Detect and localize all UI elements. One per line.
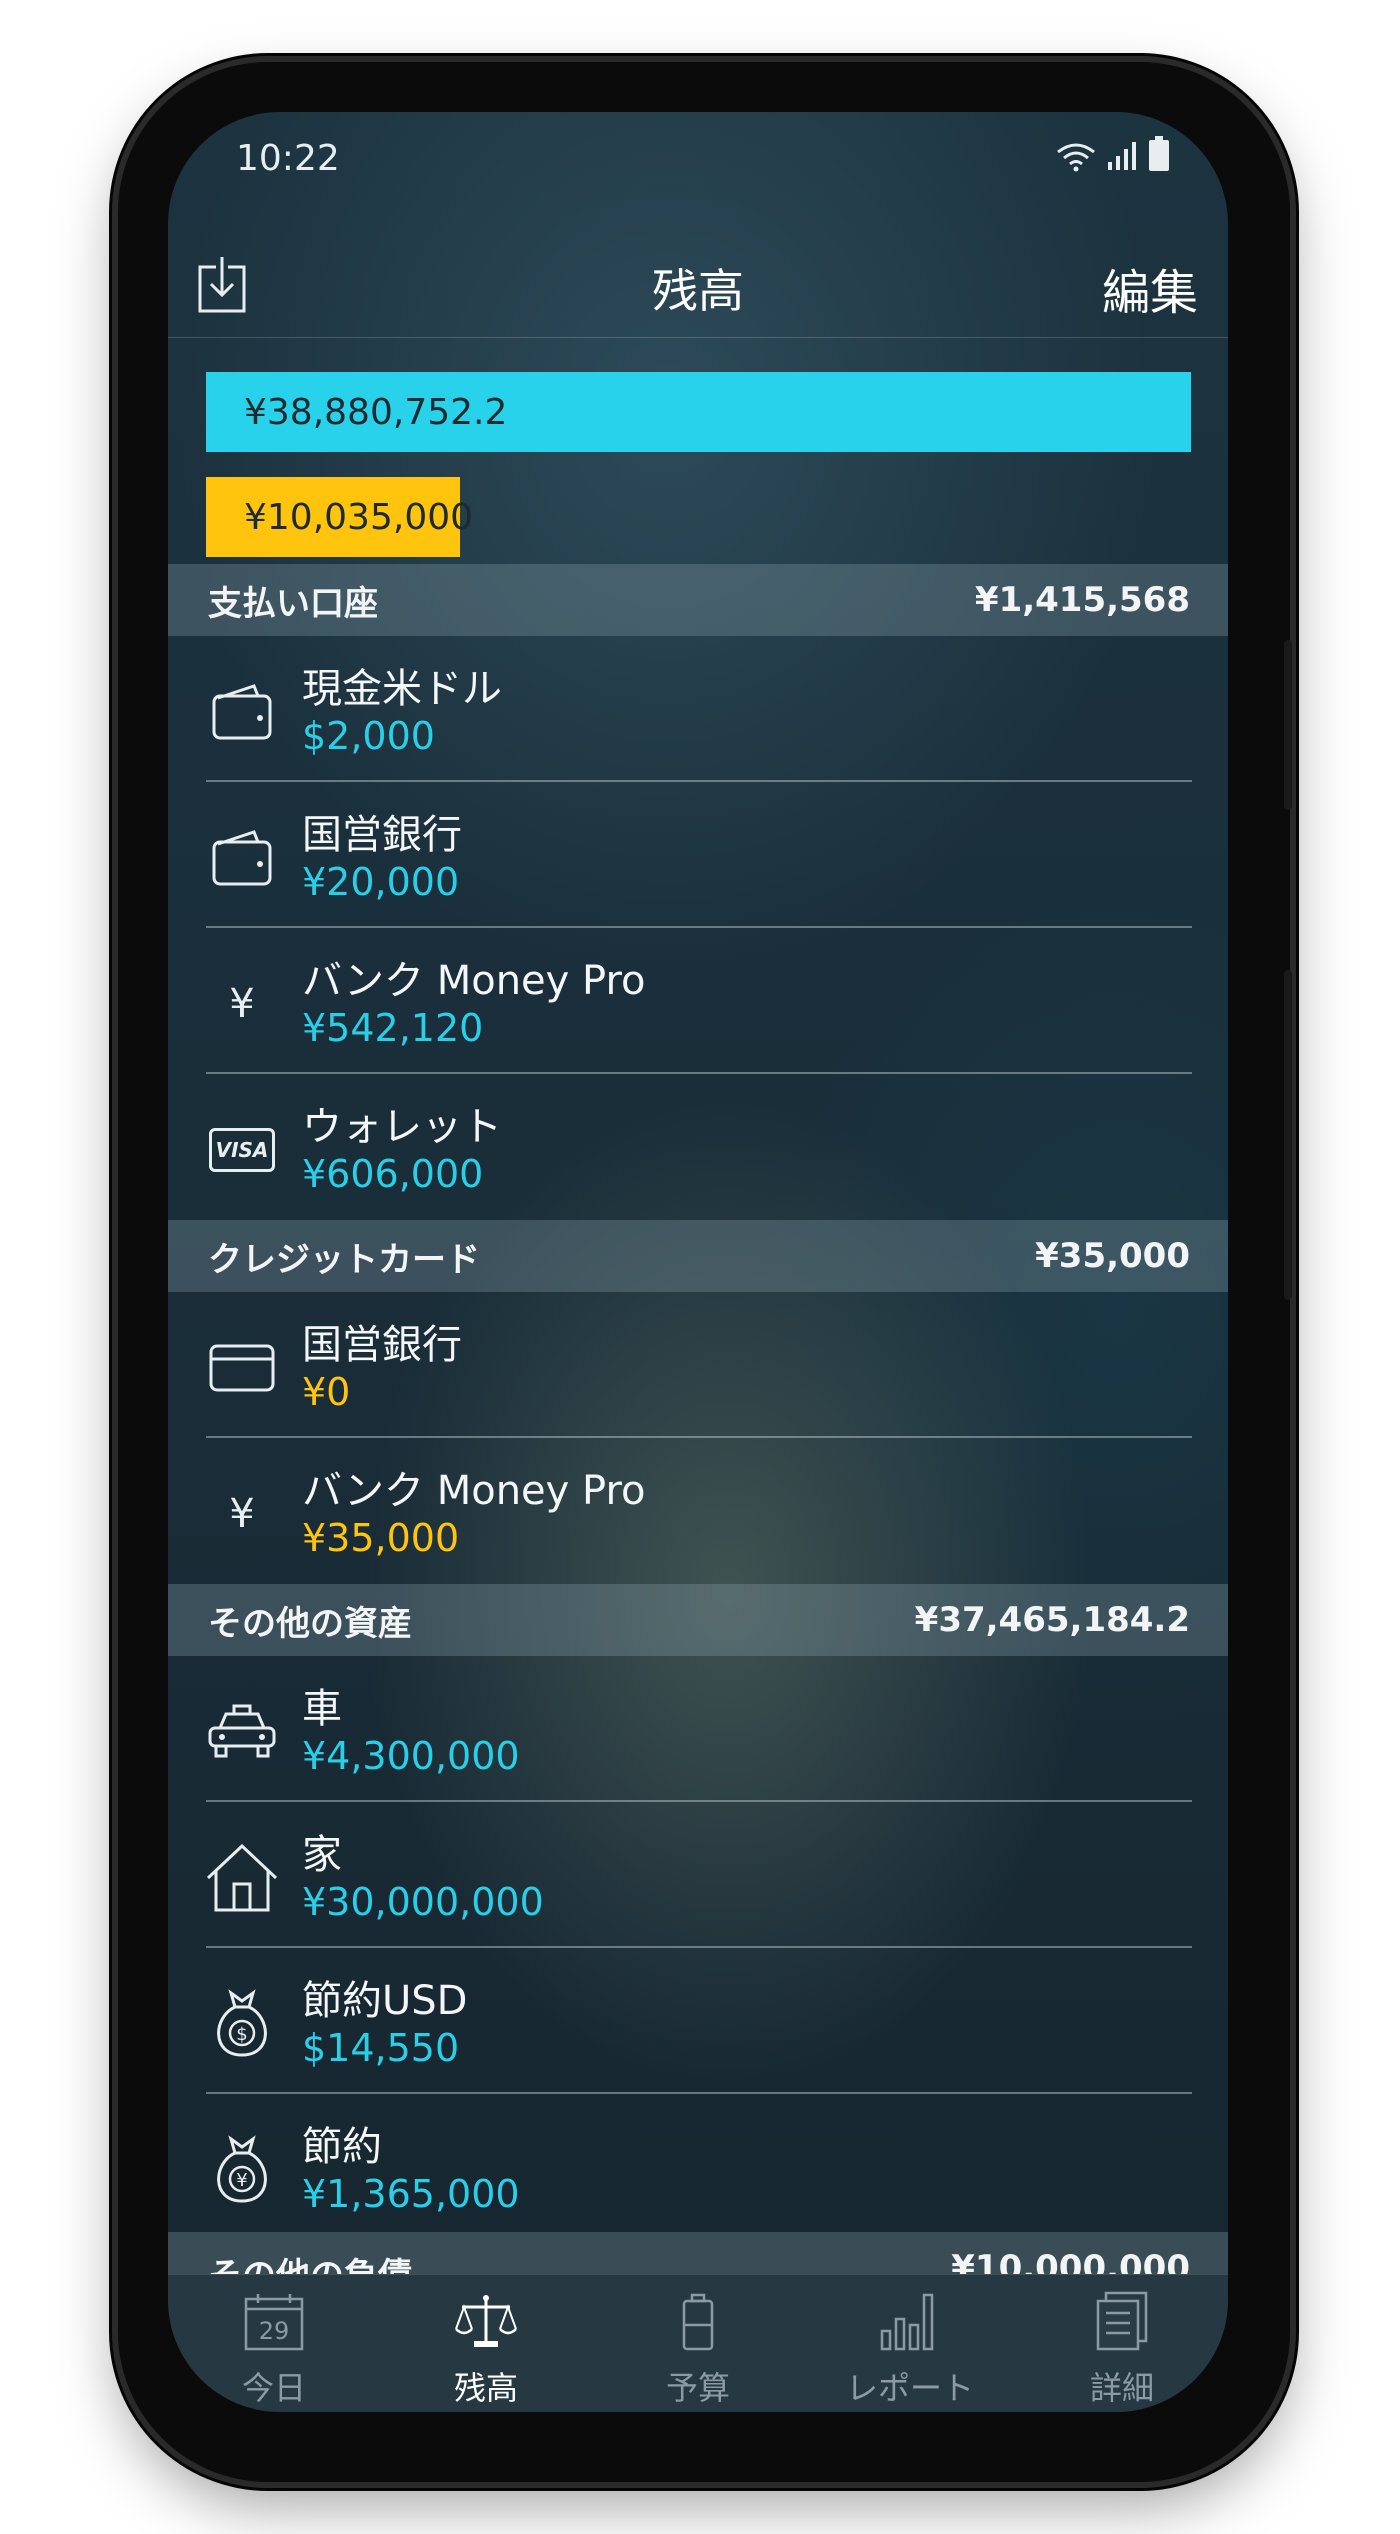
section-header-other-assets: その他の資産 ¥37,465,184.2 <box>168 1584 1228 1656</box>
assets-total-bar: ¥38,880,752.2 <box>206 372 1191 452</box>
tab-today[interactable]: 29 今日 <box>168 2275 380 2412</box>
yen-icon: ¥ <box>229 981 255 1027</box>
status-icons <box>1056 136 1170 172</box>
tab-report[interactable]: レポート <box>804 2275 1016 2412</box>
svg-text:$: $ <box>236 2024 247 2045</box>
power-button <box>1284 640 1292 810</box>
app-screen: 10:22 残高 編集 ¥38,880,752.2 ¥10,035,000 支払… <box>168 112 1228 2412</box>
section-title: その他の負債 <box>208 2248 412 2274</box>
account-name: バンク Money Pro <box>302 958 646 1004</box>
svg-text:29: 29 <box>259 2317 290 2345</box>
tab-label: 今日 <box>241 2369 306 2407</box>
visa-card-icon: VISA <box>206 1114 278 1186</box>
account-name: 車 <box>302 1686 342 1732</box>
account-row[interactable]: ¥ バンク Money Pro ¥542,120 <box>168 928 1228 1074</box>
account-amount: ¥35,000 <box>302 1516 460 1560</box>
assets-total-value: ¥38,880,752.2 <box>244 391 508 433</box>
battery-status-icon <box>1149 136 1169 171</box>
house-icon <box>206 1842 278 1914</box>
account-amount: ¥542,120 <box>302 1006 484 1050</box>
section-title: クレジットカード <box>208 1239 480 1280</box>
status-time: 10:22 <box>236 138 340 179</box>
volume-button <box>1284 970 1292 1300</box>
credit-card-icon <box>206 1332 278 1404</box>
section-header-credit-cards: クレジットカード ¥35,000 <box>168 1220 1228 1292</box>
bottom-tab-bar: 29 今日 残高 予算 レポート 詳細 <box>168 2274 1228 2412</box>
section-header-payment-accounts: 支払い口座 ¥1,415,568 <box>168 564 1228 636</box>
liabilities-total-value: ¥10,035,000 <box>244 496 474 538</box>
account-row[interactable]: ¥ バンク Money Pro ¥35,000 <box>168 1438 1228 1584</box>
account-row[interactable]: $ 節約USD $14,550 <box>168 1948 1228 2094</box>
account-row[interactable]: 国営銀行 ¥20,000 <box>168 782 1228 928</box>
account-name: 現金米ドル <box>302 666 502 712</box>
account-row[interactable]: VISA ウォレット ¥606,000 <box>168 1074 1228 1220</box>
section-total: ¥37,465,184.2 <box>914 1600 1190 1640</box>
money-bag-dollar-icon: $ <box>206 1988 278 2060</box>
account-name: 節約 <box>302 2124 382 2170</box>
account-amount: ¥4,300,000 <box>302 1734 520 1778</box>
liabilities-total-bar: ¥10,035,000 <box>206 477 473 557</box>
tab-budget[interactable]: 予算 <box>592 2275 804 2412</box>
account-name: 国営銀行 <box>302 1322 462 1368</box>
tab-label: レポート <box>845 2369 974 2407</box>
wifi-icon <box>1057 143 1095 172</box>
tab-balance[interactable]: 残高 <box>380 2275 592 2412</box>
calendar-icon: 29 <box>242 2291 306 2357</box>
bar-chart-icon <box>878 2291 942 2357</box>
account-name: バンク Money Pro <box>302 1468 646 1514</box>
account-name: ウォレット <box>302 1104 502 1150</box>
car-icon <box>206 1696 278 1768</box>
account-amount: ¥30,000,000 <box>302 1880 544 1924</box>
account-row[interactable]: ¥ 節約 ¥1,365,000 <box>168 2094 1228 2240</box>
account-amount: ¥606,000 <box>302 1152 484 1196</box>
scales-icon <box>454 2291 518 2357</box>
account-amount: ¥0 <box>302 1370 351 1414</box>
account-amount: ¥1,365,000 <box>302 2172 520 2216</box>
account-name: 国営銀行 <box>302 812 462 858</box>
tab-label: 詳細 <box>1089 2369 1154 2407</box>
wallet-icon <box>206 676 278 748</box>
tab-details[interactable]: 詳細 <box>1016 2275 1228 2412</box>
account-row[interactable]: 国営銀行 ¥0 <box>168 1292 1228 1438</box>
account-row[interactable]: 車 ¥4,300,000 <box>168 1656 1228 1802</box>
wallet-icon <box>206 822 278 894</box>
section-header-other-liabilities: その他の負債 ¥10,000,000 <box>168 2232 1228 2274</box>
documents-icon <box>1094 2291 1150 2357</box>
money-bag-yen-icon: ¥ <box>206 2134 278 2206</box>
tab-label: 予算 <box>665 2369 730 2407</box>
section-total: ¥10,000,000 <box>951 2248 1190 2274</box>
yen-icon: ¥ <box>229 1491 255 1537</box>
page-title: 残高 <box>652 264 744 318</box>
section-title: 支払い口座 <box>208 583 378 624</box>
svg-text:¥: ¥ <box>236 2170 247 2191</box>
edit-button[interactable]: 編集 <box>1102 253 1198 323</box>
account-row[interactable]: 家 ¥30,000,000 <box>168 1802 1228 1948</box>
account-name: 節約USD <box>302 1978 468 2024</box>
account-amount: $14,550 <box>302 2026 460 2070</box>
account-name: 家 <box>302 1832 342 1878</box>
section-title: その他の資産 <box>208 1603 412 1644</box>
signal-icon <box>1108 142 1136 170</box>
account-amount: ¥20,000 <box>302 860 460 904</box>
battery-icon <box>678 2291 718 2357</box>
status-bar: 10:22 <box>168 112 1228 212</box>
tab-label: 残高 <box>453 2369 518 2407</box>
account-row[interactable]: 現金米ドル $2,000 <box>168 636 1228 782</box>
section-total: ¥35,000 <box>1035 1236 1190 1276</box>
account-amount: $2,000 <box>302 714 435 758</box>
section-total: ¥1,415,568 <box>974 580 1190 620</box>
nav-header: 残高 編集 <box>168 227 1228 338</box>
